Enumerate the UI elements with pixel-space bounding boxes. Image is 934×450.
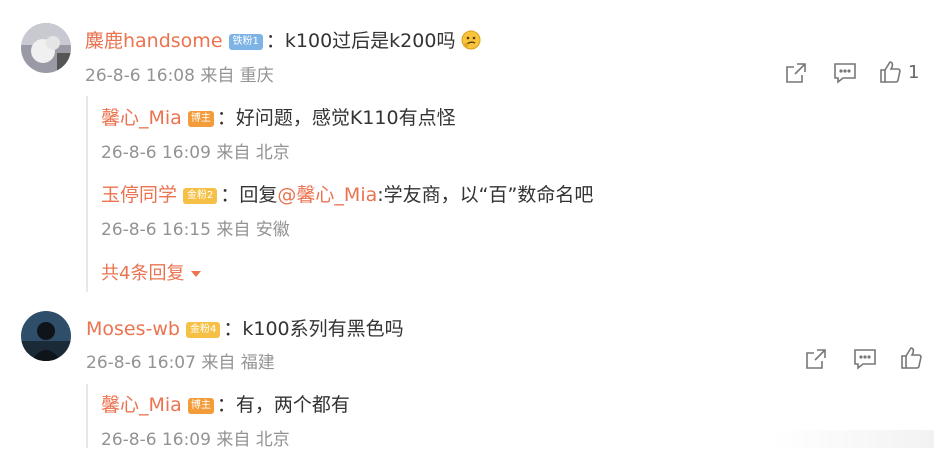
- share-icon[interactable]: [783, 60, 809, 86]
- chevron-down-icon: [190, 263, 202, 282]
- comment-text: k100系列有黑色吗: [242, 318, 404, 340]
- reply-meta: 26-8-6 16:15 来自 安徽: [101, 220, 290, 240]
- reply-divider: [86, 384, 90, 448]
- comment-meta: 26-8-6 16:08 来自 重庆: [85, 66, 274, 86]
- comment-meta: 26-8-6 16:07 来自 福建: [86, 353, 275, 373]
- username[interactable]: 馨心_Mia: [101, 394, 182, 416]
- reply-meta: 26-8-6 16:09 来自 北京: [101, 143, 290, 163]
- username[interactable]: Moses-wb: [86, 318, 180, 340]
- username[interactable]: 馨心_Mia: [101, 107, 182, 129]
- comment-header: Moses-wb 金粉4 ：k100系列有黑色吗: [86, 318, 404, 340]
- username[interactable]: 玉停同学: [101, 184, 177, 206]
- host-badge: 博主: [187, 398, 214, 414]
- host-badge: 博主: [187, 111, 214, 127]
- reply-prefix: 回复: [239, 184, 278, 206]
- reply-header: 馨心_Mia 博主 ：有，两个都有: [101, 394, 350, 416]
- fan-badge[interactable]: 铁粉1: [228, 34, 263, 50]
- like-count: 1: [908, 62, 920, 83]
- comment-icon[interactable]: [832, 60, 858, 86]
- username[interactable]: 麋鹿handsome: [85, 30, 223, 52]
- reply-header: 馨心_Mia 博主 ：好问题，感觉K110有点怪: [101, 107, 456, 129]
- reply-header: 玉停同学 金粉2 ：回复@馨心_Mia:学友商，以“百”数命名吧: [101, 184, 594, 206]
- thinking-emoji-icon: [461, 30, 481, 50]
- reply-text: 学友商，以“百”数命名吧: [383, 184, 594, 206]
- reply-text: 好问题，感觉K110有点怪: [235, 107, 456, 129]
- reply-divider: [86, 96, 90, 292]
- comment-header: 麋鹿handsome 铁粉1 ：k100过后是k200吗: [85, 26, 481, 53]
- avatar[interactable]: [21, 311, 71, 361]
- share-icon[interactable]: [803, 346, 829, 372]
- fan-badge[interactable]: 金粉4: [185, 322, 221, 338]
- mention-link[interactable]: @馨心_Mia: [277, 184, 377, 206]
- more-replies-label: 共4条回复: [101, 263, 185, 284]
- avatar[interactable]: [21, 23, 71, 73]
- comment-icon[interactable]: [852, 346, 878, 372]
- comment-text: k100过后是k200吗: [284, 30, 456, 52]
- like-icon[interactable]: [877, 59, 903, 85]
- bottom-fade: [774, 430, 934, 448]
- reply-meta: 26-8-6 16:09 来自 北京: [101, 430, 290, 450]
- more-replies-link[interactable]: 共4条回复: [101, 259, 202, 285]
- like-icon[interactable]: [898, 345, 924, 371]
- fan-badge[interactable]: 金粉2: [183, 188, 218, 204]
- reply-text: 有，两个都有: [235, 394, 350, 416]
